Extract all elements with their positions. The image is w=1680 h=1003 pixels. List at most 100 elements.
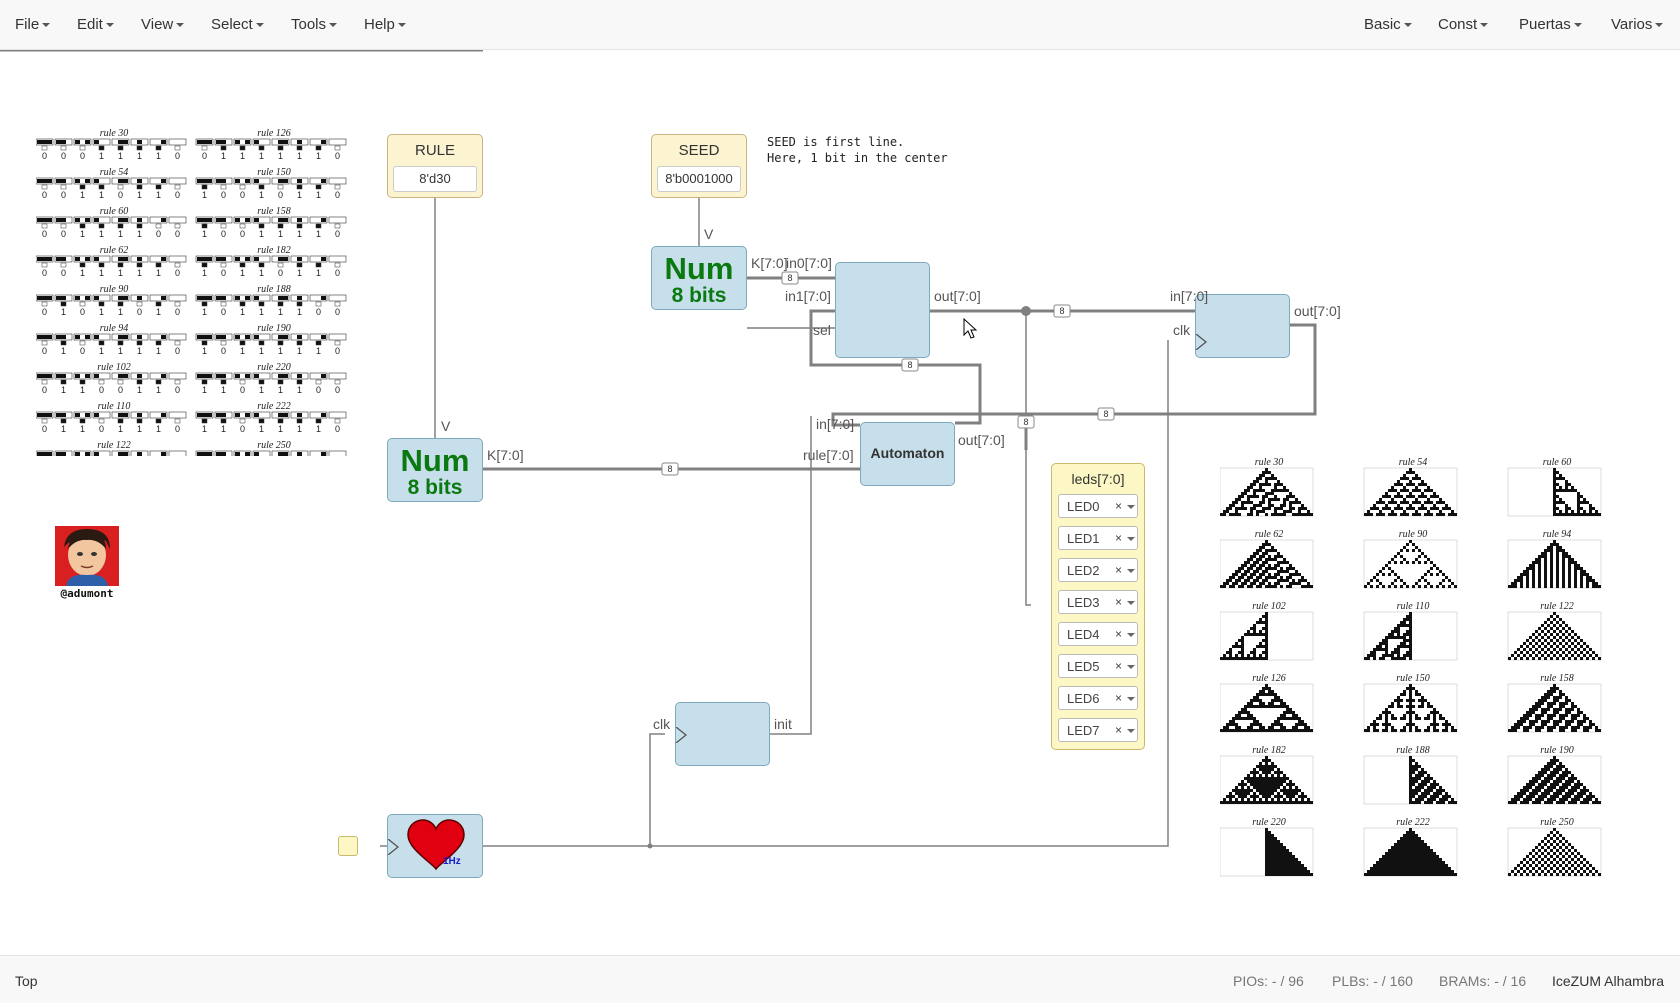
rule-pattern-cell xyxy=(35,333,54,346)
rule-bit: 0 xyxy=(335,151,340,161)
automaton-block[interactable]: Automaton xyxy=(860,422,955,486)
design-canvas[interactable]: 8 8 8 8 8 8 rule 30 0 0 0 1 1 1 1 0 rule 126 0 1 1 1 1… xyxy=(0,50,1680,955)
rule-pattern-cell xyxy=(252,333,271,346)
bus-badge-text: 8 xyxy=(1023,417,1028,427)
port-in0: in0[7:0] xyxy=(786,255,832,271)
led-select-2[interactable]: LED2 × xyxy=(1058,558,1138,582)
init-block[interactable] xyxy=(675,702,770,766)
clear-icon[interactable]: × xyxy=(1115,531,1122,545)
rule-pattern-cell xyxy=(111,372,130,385)
rule-pattern-cell xyxy=(168,450,187,463)
menu-varios[interactable]: Varios xyxy=(1611,16,1664,33)
bus-badge: 8 xyxy=(1053,304,1071,318)
rule-pattern-cell xyxy=(195,255,214,268)
led-select-3[interactable]: LED3 × xyxy=(1058,590,1138,614)
menu-puertas-label: Puertas xyxy=(1519,16,1571,33)
led-select-6[interactable]: LED6 × xyxy=(1058,686,1138,710)
rule-bit: 0 xyxy=(80,346,85,356)
rule-bit: 0 xyxy=(61,268,66,278)
rule-pattern-cell xyxy=(214,294,233,307)
dropdown-arrow-icon[interactable] xyxy=(1127,601,1135,605)
seed-constant[interactable]: SEED 8'b0001000 xyxy=(651,134,747,198)
rule-pattern-cell xyxy=(54,333,73,346)
num-block-seed[interactable]: Num 8 bits xyxy=(651,246,747,310)
menu-select[interactable]: Select xyxy=(211,16,264,33)
breadcrumb[interactable]: Top xyxy=(15,973,38,989)
led-select-7[interactable]: LED7 × xyxy=(1058,718,1138,742)
rule-bit: 1 xyxy=(259,268,264,278)
rule-bit: 0 xyxy=(99,424,104,434)
rule-pattern-cell xyxy=(214,333,233,346)
rule-constant[interactable]: RULE 8'd30 xyxy=(387,134,483,198)
rule-pattern-cell xyxy=(54,294,73,307)
rule-pattern-cell xyxy=(168,333,187,346)
leds-output-block[interactable]: leds[7:0] LED0 × LED1 × LED2 × LED3 × LED4 × … xyxy=(1051,463,1145,750)
clear-icon[interactable]: × xyxy=(1115,691,1122,705)
clear-icon[interactable]: × xyxy=(1115,723,1122,737)
rule-bit: 1 xyxy=(99,229,104,239)
menu-select-label: Select xyxy=(211,16,253,33)
rule-pattern-cell xyxy=(290,255,309,268)
register-block[interactable] xyxy=(1195,294,1290,358)
clear-icon[interactable]: × xyxy=(1115,563,1122,577)
rule-gallery-pattern xyxy=(1507,683,1602,733)
rule-pattern-cell xyxy=(168,138,187,151)
dropdown-arrow-icon[interactable] xyxy=(1127,665,1135,669)
rule-bit: 1 xyxy=(156,151,161,161)
menu-view[interactable]: View xyxy=(141,16,185,33)
dropdown-arrow-icon[interactable] xyxy=(1127,633,1135,637)
led-select-0[interactable]: LED0 × xyxy=(1058,494,1138,518)
led-select-1[interactable]: LED1 × xyxy=(1058,526,1138,550)
rule-pattern-cell xyxy=(149,294,168,307)
dropdown-arrow-icon[interactable] xyxy=(1127,505,1135,509)
rule-gallery-name: rule 250 xyxy=(1540,817,1574,828)
clock-heart-block[interactable]: 1Hz xyxy=(387,814,483,878)
menu-file[interactable]: File xyxy=(15,16,51,33)
menu-basic[interactable]: Basic xyxy=(1364,16,1412,33)
clock-input-pin[interactable] xyxy=(338,836,358,856)
rule-pattern-cell xyxy=(195,333,214,346)
led-select-5[interactable]: LED5 × xyxy=(1058,654,1138,678)
dropdown-arrow-icon[interactable] xyxy=(1127,569,1135,573)
rule-bit: 1 xyxy=(259,385,264,395)
rule-pattern-cell xyxy=(168,411,187,424)
rule-pattern-cell xyxy=(168,372,187,385)
menu-tools[interactable]: Tools xyxy=(291,16,338,33)
dropdown-arrow-icon[interactable] xyxy=(1127,729,1135,733)
rule-pattern-cell xyxy=(168,216,187,229)
menu-const[interactable]: Const xyxy=(1438,16,1489,33)
rule-bit: 0 xyxy=(175,424,180,434)
seed-constant-value[interactable]: 8'b0001000 xyxy=(657,166,741,192)
menu-puertas[interactable]: Puertas xyxy=(1519,16,1582,33)
led-select-4[interactable]: LED4 × xyxy=(1058,622,1138,646)
rule-bit: 0 xyxy=(202,151,207,161)
rule-pattern-cell xyxy=(92,255,111,268)
num-block-rule[interactable]: Num 8 bits xyxy=(387,438,483,502)
board-name[interactable]: IceZUM Alhambra xyxy=(1552,973,1664,989)
menu-edit[interactable]: Edit xyxy=(77,16,114,33)
port-in1: in1[7:0] xyxy=(785,288,831,304)
clear-icon[interactable]: × xyxy=(1115,627,1122,641)
rule-pattern-cell xyxy=(168,177,187,190)
rule-pattern-cell xyxy=(35,411,54,424)
bus-badge-text: 8 xyxy=(1059,306,1064,316)
clear-icon[interactable]: × xyxy=(1115,659,1122,673)
rule-bit: 0 xyxy=(42,268,47,278)
clear-icon[interactable]: × xyxy=(1115,499,1122,513)
rule-bit: 1 xyxy=(297,307,302,317)
comment-note[interactable]: SEED is first line. Here, 1 bit in the c… xyxy=(767,134,948,166)
dropdown-arrow-icon[interactable] xyxy=(1127,697,1135,701)
rule-pattern-cell xyxy=(271,411,290,424)
mouse-cursor-icon xyxy=(963,318,978,339)
clear-icon[interactable]: × xyxy=(1115,595,1122,609)
rule-bit: 0 xyxy=(61,229,66,239)
menu-help[interactable]: Help xyxy=(364,16,406,33)
bus-badge: 8 xyxy=(781,271,799,285)
dropdown-arrow-icon[interactable] xyxy=(1127,537,1135,541)
rule-bit: 1 xyxy=(156,346,161,356)
menu-varios-label: Varios xyxy=(1611,16,1653,33)
rule-pattern-cell xyxy=(290,294,309,307)
rule-constant-value[interactable]: 8'd30 xyxy=(393,166,477,192)
mux-block[interactable] xyxy=(835,262,930,358)
rule-pattern-cell xyxy=(149,255,168,268)
